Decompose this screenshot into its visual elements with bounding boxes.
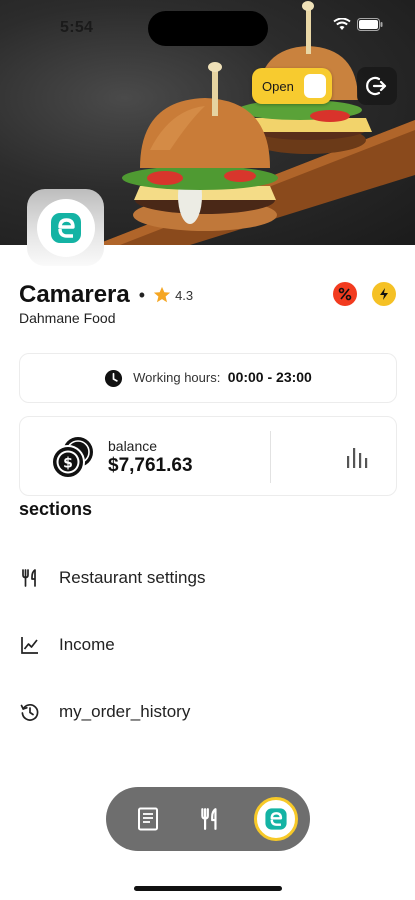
svg-text:$: $ [63,456,73,472]
flash-icon [380,288,388,300]
fork-knife-icon [19,567,41,589]
line-chart-icon [19,634,41,656]
logout-button[interactable] [357,67,397,105]
battery-icon [357,18,383,31]
nav-menu-button[interactable] [192,801,228,837]
balance-card[interactable]: $ balance $7,761.63 [19,416,397,496]
clock-icon [105,369,123,387]
dynamic-island [148,11,268,46]
restaurant-logo [27,189,104,266]
history-icon [19,701,41,723]
menu-label-restaurant-settings: Restaurant settings [59,568,206,587]
nav-restaurant-button[interactable] [254,797,298,841]
sections-heading: sections [19,499,93,519]
working-hours-card: Working hours: 00:00 - 23:00 [19,353,397,403]
restaurant-name: Camarera [19,281,130,308]
rating-value: 4.3 [175,287,194,303]
balance-value: $7,761.63 [108,455,193,476]
divider [270,431,271,483]
status-time: 5:54 [60,19,94,36]
bottom-navigation [106,787,310,851]
restaurant-logo-e-icon [50,212,81,243]
menu-item-restaurant-settings[interactable]: Restaurant settings [19,558,397,598]
orders-list-icon [138,807,158,831]
flash-badge[interactable] [372,282,396,306]
restaurant-title-row: Camarera • 4.3 [19,281,193,309]
discount-badge[interactable] [333,282,357,306]
nav-orders-button[interactable] [130,801,166,837]
restaurant-logo-e-icon [265,808,287,830]
menu-item-income[interactable]: Income [19,625,397,665]
status-bar: 5:54 [0,0,415,52]
logo-circle [36,198,95,257]
working-hours-label: Working hours: [133,370,221,385]
menu-item-order-history[interactable]: my_order_history [19,692,397,732]
fork-knife-icon [201,808,217,830]
star-icon [153,286,171,303]
open-status-toggle[interactable]: Open [252,68,332,104]
status-icons [333,18,383,31]
balance-label: balance [108,438,158,454]
restaurant-subtitle: Dahmane Food [19,310,116,326]
toggle-knob [304,74,326,98]
open-toggle-label: Open [262,78,294,94]
bar-chart-icon[interactable] [346,445,368,469]
logout-icon [366,76,387,96]
menu-label-income: Income [59,635,115,654]
coins-icon: $ [51,437,93,479]
working-hours-value: 00:00 - 23:00 [227,369,312,385]
wifi-icon [333,18,351,30]
percent-icon [338,287,352,301]
menu-label-order-history: my_order_history [59,702,191,721]
home-indicator [134,886,282,891]
separator-dot: • [138,284,146,305]
